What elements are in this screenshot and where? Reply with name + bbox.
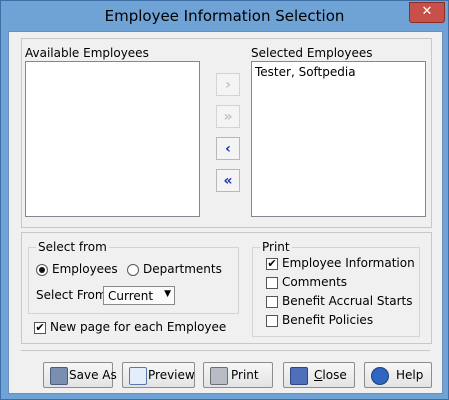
benefit-accrual-starts-label[interactable]: Benefit Accrual Starts <box>282 294 412 308</box>
window-close-button[interactable]: ✕ <box>409 2 445 23</box>
print-label: Print <box>231 368 259 382</box>
door-exit-icon <box>290 367 308 385</box>
help-button[interactable]: Help <box>364 362 432 388</box>
new-page-label[interactable]: New page for each Employee <box>50 320 226 334</box>
print-fieldset: Print ✔ Employee Information Comments Be… <box>252 240 420 337</box>
employees-radio[interactable] <box>36 264 48 276</box>
employee-information-checkbox[interactable]: ✔ <box>266 258 278 270</box>
departments-radio[interactable] <box>127 264 139 276</box>
button-row-divider <box>21 350 430 351</box>
chevron-left-icon: ‹ <box>225 140 231 157</box>
window: Employee Information Selection ✕ Availab… <box>0 0 449 400</box>
benefit-accrual-starts-checkbox[interactable] <box>266 296 278 308</box>
save-as-button[interactable]: Save As <box>43 362 117 388</box>
selected-employees-list[interactable]: Tester, Softpedia <box>251 61 426 217</box>
select-from-legend: Select from <box>36 240 109 254</box>
preview-label: Preview <box>148 368 195 382</box>
help-label: Help <box>396 368 424 382</box>
comments-checkbox[interactable] <box>266 277 278 289</box>
move-one-right-button[interactable]: › <box>216 73 240 96</box>
employee-transfer-group: Available Employees › » ‹ « Selected Emp… <box>21 38 432 228</box>
save-as-icon <box>50 367 68 385</box>
preview-button[interactable]: Preview <box>122 362 195 388</box>
help-icon <box>371 367 389 385</box>
select-from-dropdown[interactable]: Current ▼ <box>103 286 175 305</box>
select-from-label: Select From <box>36 288 107 302</box>
move-all-left-button[interactable]: « <box>216 169 240 192</box>
employees-radio-label[interactable]: Employees <box>52 262 118 276</box>
title-bar[interactable]: Employee Information Selection ✕ <box>1 1 448 31</box>
close-label: Close <box>314 368 347 382</box>
close-button[interactable]: Close <box>283 362 355 388</box>
select-from-fieldset: Select from Employees Departments Select… <box>28 240 239 314</box>
printer-icon <box>210 367 228 385</box>
available-employees-list[interactable] <box>25 61 200 217</box>
window-title: Employee Information Selection <box>104 7 345 25</box>
chevron-right-icon: › <box>225 76 231 93</box>
selected-employees-label: Selected Employees <box>251 46 373 60</box>
select-from-value: Current <box>108 289 154 303</box>
print-button[interactable]: Print <box>203 362 273 388</box>
dialog-body: Available Employees › » ‹ « Selected Emp… <box>8 31 443 394</box>
move-one-left-button[interactable]: ‹ <box>216 137 240 160</box>
checkmark-icon: ✔ <box>267 257 277 270</box>
benefit-policies-label[interactable]: Benefit Policies <box>282 313 373 327</box>
benefit-policies-checkbox[interactable] <box>266 315 278 327</box>
preview-icon <box>129 367 147 385</box>
chevron-down-icon: ▼ <box>164 289 171 299</box>
list-item[interactable]: Tester, Softpedia <box>255 65 356 79</box>
close-icon: ✕ <box>421 4 433 19</box>
options-group: Select from Employees Departments Select… <box>21 232 432 344</box>
new-page-checkbox[interactable]: ✔ <box>34 322 46 334</box>
move-all-right-button[interactable]: » <box>216 105 240 128</box>
double-chevron-left-icon: « <box>223 172 233 189</box>
print-legend: Print <box>260 240 292 254</box>
save-as-label: Save As <box>69 368 117 382</box>
available-employees-label: Available Employees <box>25 46 149 60</box>
double-chevron-right-icon: » <box>223 108 233 125</box>
checkmark-icon: ✔ <box>35 321 45 334</box>
employee-information-label[interactable]: Employee Information <box>282 256 415 270</box>
comments-label[interactable]: Comments <box>282 275 347 289</box>
departments-radio-label[interactable]: Departments <box>143 262 222 276</box>
